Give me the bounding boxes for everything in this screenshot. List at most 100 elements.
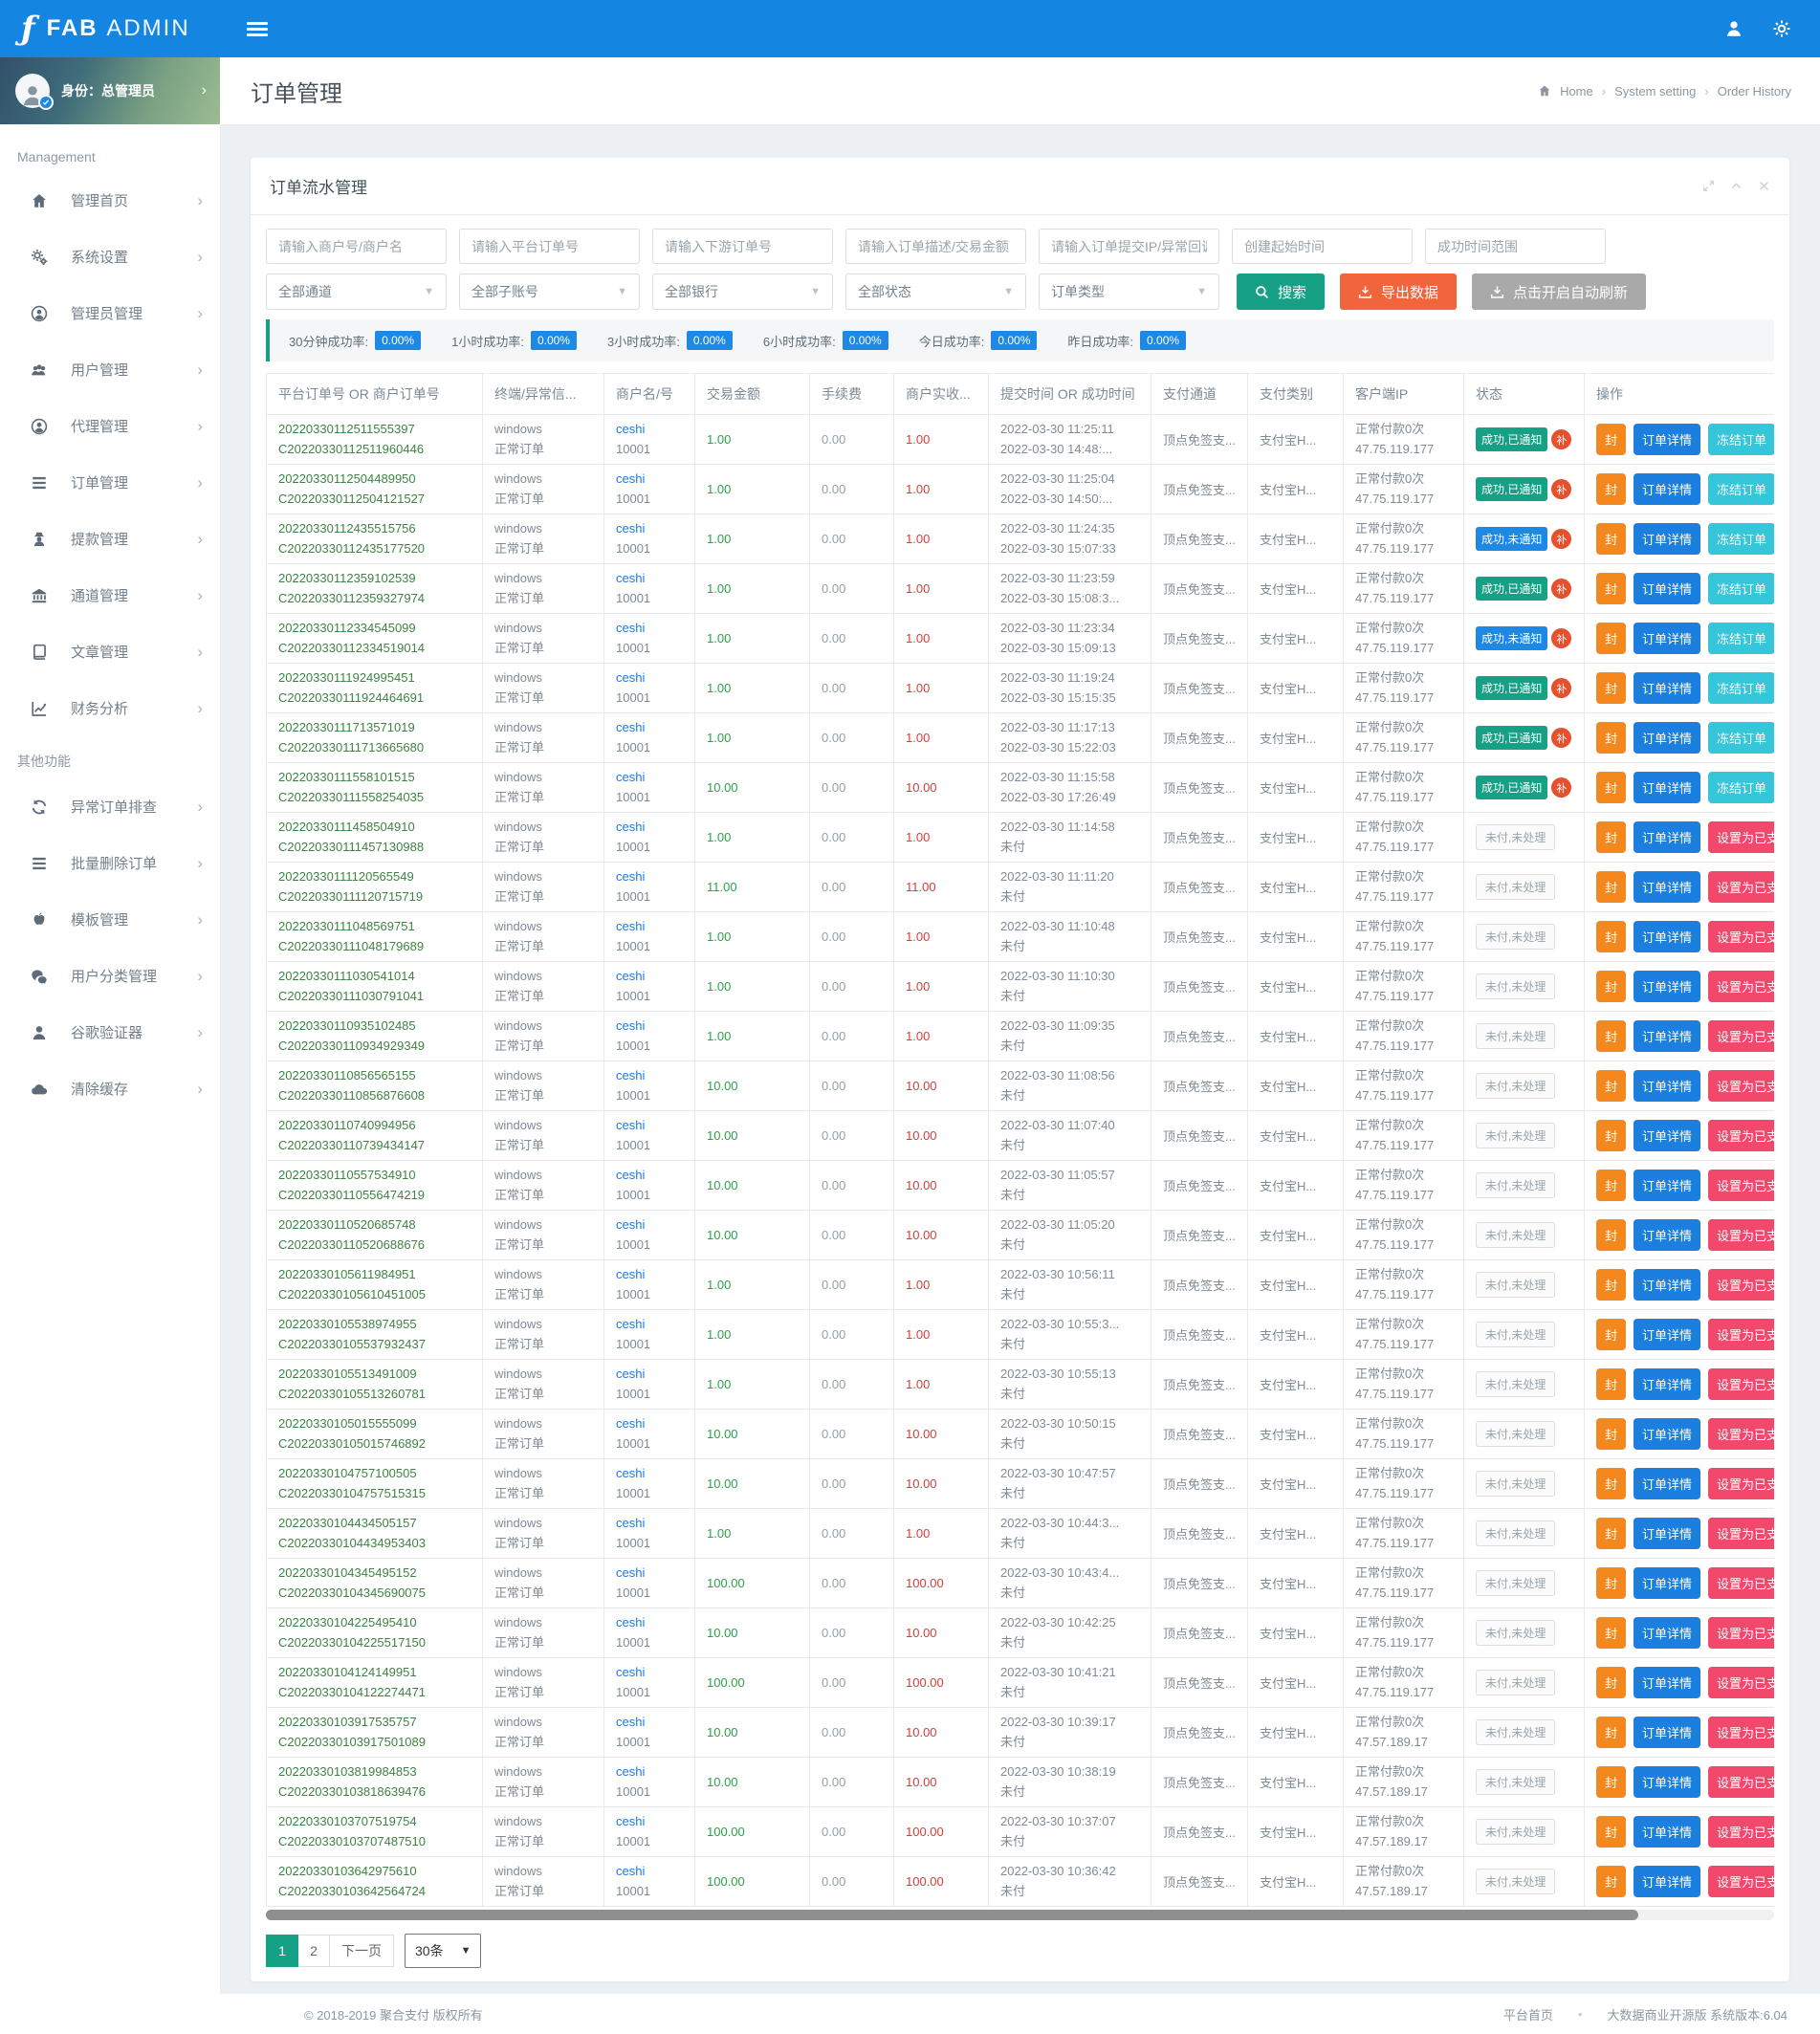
action-detail-button[interactable]: 订单详情 bbox=[1634, 1816, 1700, 1848]
resend-notify-badge[interactable]: 补 bbox=[1551, 579, 1571, 599]
action-seal-button[interactable]: 封 bbox=[1596, 1070, 1626, 1102]
action-detail-button[interactable]: 订单详情 bbox=[1634, 523, 1700, 555]
sidebar-item-财务分析[interactable]: 财务分析› bbox=[0, 680, 220, 736]
resend-notify-badge[interactable]: 补 bbox=[1551, 529, 1571, 549]
action-seal-button[interactable]: 封 bbox=[1596, 523, 1626, 555]
user-account-icon[interactable] bbox=[1724, 19, 1743, 38]
action-setpaid-button[interactable]: 设置为已支付 bbox=[1708, 1468, 1774, 1499]
merchant-link[interactable]: ceshi bbox=[616, 1762, 683, 1782]
merchant-link[interactable]: ceshi bbox=[616, 1613, 683, 1632]
action-seal-button[interactable]: 封 bbox=[1596, 473, 1626, 505]
filter-select-全部子账号[interactable]: 全部子账号▼ bbox=[459, 273, 640, 310]
merchant-link[interactable]: ceshi bbox=[616, 1017, 683, 1036]
action-setpaid-button[interactable]: 设置为已支付 bbox=[1708, 1667, 1774, 1698]
action-seal-button[interactable]: 封 bbox=[1596, 1468, 1626, 1499]
filter-input[interactable] bbox=[459, 229, 640, 264]
action-detail-button[interactable]: 订单详情 bbox=[1634, 821, 1700, 853]
action-setpaid-button[interactable]: 设置为已支付 bbox=[1708, 1717, 1774, 1748]
export-data-button[interactable]: 导出数据 bbox=[1340, 273, 1457, 310]
action-freeze-button[interactable]: 冻结订单 bbox=[1708, 573, 1774, 604]
action-seal-button[interactable]: 封 bbox=[1596, 1816, 1626, 1848]
action-seal-button[interactable]: 封 bbox=[1596, 1866, 1626, 1897]
action-setpaid-button[interactable]: 设置为已支付 bbox=[1708, 1120, 1774, 1151]
merchant-link[interactable]: ceshi bbox=[616, 1464, 683, 1483]
brand-logo[interactable]: ƒ FAB ADMIN bbox=[0, 12, 220, 45]
action-detail-button[interactable]: 订单详情 bbox=[1634, 772, 1700, 803]
sidebar-item-模板管理[interactable]: 模板管理› bbox=[0, 891, 220, 948]
action-detail-button[interactable]: 订单详情 bbox=[1634, 1717, 1700, 1748]
sidebar-item-管理首页[interactable]: 管理首页› bbox=[0, 172, 220, 229]
action-seal-button[interactable]: 封 bbox=[1596, 1368, 1626, 1400]
sidebar-item-谷歌验证器[interactable]: 谷歌验证器› bbox=[0, 1004, 220, 1061]
action-seal-button[interactable]: 封 bbox=[1596, 1219, 1626, 1251]
search-button[interactable]: 搜索 bbox=[1237, 273, 1325, 310]
action-detail-button[interactable]: 订单详情 bbox=[1634, 1020, 1700, 1052]
action-seal-button[interactable]: 封 bbox=[1596, 424, 1626, 455]
merchant-link[interactable]: ceshi bbox=[616, 1166, 683, 1185]
action-detail-button[interactable]: 订单详情 bbox=[1634, 424, 1700, 455]
action-setpaid-button[interactable]: 设置为已支付 bbox=[1708, 1766, 1774, 1798]
action-freeze-button[interactable]: 冻结订单 bbox=[1708, 722, 1774, 754]
filter-input[interactable] bbox=[1232, 229, 1413, 264]
action-detail-button[interactable]: 订单详情 bbox=[1634, 1617, 1700, 1649]
action-detail-button[interactable]: 订单详情 bbox=[1634, 1866, 1700, 1897]
filter-input[interactable] bbox=[266, 229, 447, 264]
merchant-link[interactable]: ceshi bbox=[616, 917, 683, 936]
merchant-link[interactable]: ceshi bbox=[616, 619, 683, 638]
merchant-link[interactable]: ceshi bbox=[616, 1116, 683, 1135]
merchant-link[interactable]: ceshi bbox=[616, 1564, 683, 1583]
resend-notify-badge[interactable]: 补 bbox=[1551, 777, 1571, 798]
action-setpaid-button[interactable]: 设置为已支付 bbox=[1708, 1219, 1774, 1251]
resend-notify-badge[interactable]: 补 bbox=[1551, 728, 1571, 748]
resend-notify-badge[interactable]: 补 bbox=[1551, 628, 1571, 648]
action-detail-button[interactable]: 订单详情 bbox=[1634, 971, 1700, 1002]
sidebar-item-异常订单排查[interactable]: 异常订单排查› bbox=[0, 778, 220, 835]
action-setpaid-button[interactable]: 设置为已支付 bbox=[1708, 1368, 1774, 1400]
action-freeze-button[interactable]: 冻结订单 bbox=[1708, 424, 1774, 455]
expand-panel-icon[interactable] bbox=[1702, 180, 1715, 192]
action-detail-button[interactable]: 订单详情 bbox=[1634, 1120, 1700, 1151]
merchant-link[interactable]: ceshi bbox=[616, 1663, 683, 1682]
action-setpaid-button[interactable]: 设置为已支付 bbox=[1708, 821, 1774, 853]
sidebar-item-用户管理[interactable]: 用户管理› bbox=[0, 341, 220, 398]
filter-select-订单类型[interactable]: 订单类型▼ bbox=[1039, 273, 1219, 310]
action-seal-button[interactable]: 封 bbox=[1596, 722, 1626, 754]
sidebar-item-提款管理[interactable]: 提款管理› bbox=[0, 511, 220, 567]
next-page-button[interactable]: 下一页 bbox=[329, 1935, 394, 1967]
sidebar-item-用户分类管理[interactable]: 用户分类管理› bbox=[0, 948, 220, 1004]
action-detail-button[interactable]: 订单详情 bbox=[1634, 1368, 1700, 1400]
action-detail-button[interactable]: 订单详情 bbox=[1634, 623, 1700, 654]
action-setpaid-button[interactable]: 设置为已支付 bbox=[1708, 1567, 1774, 1599]
settings-gear-icon[interactable] bbox=[1772, 19, 1791, 38]
filter-input[interactable] bbox=[1039, 229, 1219, 264]
action-detail-button[interactable]: 订单详情 bbox=[1634, 1070, 1700, 1102]
page-button-2[interactable]: 2 bbox=[297, 1935, 330, 1967]
action-setpaid-button[interactable]: 设置为已支付 bbox=[1708, 971, 1774, 1002]
action-setpaid-button[interactable]: 设置为已支付 bbox=[1708, 1319, 1774, 1350]
sidebar-item-订单管理[interactable]: 订单管理› bbox=[0, 454, 220, 511]
merchant-link[interactable]: ceshi bbox=[616, 420, 683, 439]
action-detail-button[interactable]: 订单详情 bbox=[1634, 1567, 1700, 1599]
auto-refresh-button[interactable]: 点击开启自动刷新 bbox=[1472, 273, 1646, 310]
merchant-link[interactable]: ceshi bbox=[616, 569, 683, 588]
action-seal-button[interactable]: 封 bbox=[1596, 821, 1626, 853]
action-freeze-button[interactable]: 冻结订单 bbox=[1708, 772, 1774, 803]
merchant-link[interactable]: ceshi bbox=[616, 1215, 683, 1235]
merchant-link[interactable]: ceshi bbox=[616, 1514, 683, 1533]
action-setpaid-button[interactable]: 设置为已支付 bbox=[1708, 1070, 1774, 1102]
sidebar-item-系统设置[interactable]: 系统设置› bbox=[0, 229, 220, 285]
action-seal-button[interactable]: 封 bbox=[1596, 921, 1626, 952]
action-setpaid-button[interactable]: 设置为已支付 bbox=[1708, 1418, 1774, 1450]
action-setpaid-button[interactable]: 设置为已支付 bbox=[1708, 871, 1774, 903]
sidebar-item-批量删除订单[interactable]: 批量删除订单› bbox=[0, 835, 220, 891]
action-setpaid-button[interactable]: 设置为已支付 bbox=[1708, 921, 1774, 952]
action-seal-button[interactable]: 封 bbox=[1596, 1567, 1626, 1599]
action-seal-button[interactable]: 封 bbox=[1596, 1170, 1626, 1201]
sidebar-item-通道管理[interactable]: 通道管理› bbox=[0, 567, 220, 623]
action-freeze-button[interactable]: 冻结订单 bbox=[1708, 623, 1774, 654]
filter-input[interactable] bbox=[652, 229, 833, 264]
horizontal-scrollbar[interactable] bbox=[266, 1910, 1774, 1920]
action-detail-button[interactable]: 订单详情 bbox=[1634, 1269, 1700, 1301]
page-button-1[interactable]: 1 bbox=[266, 1935, 298, 1967]
action-seal-button[interactable]: 封 bbox=[1596, 971, 1626, 1002]
